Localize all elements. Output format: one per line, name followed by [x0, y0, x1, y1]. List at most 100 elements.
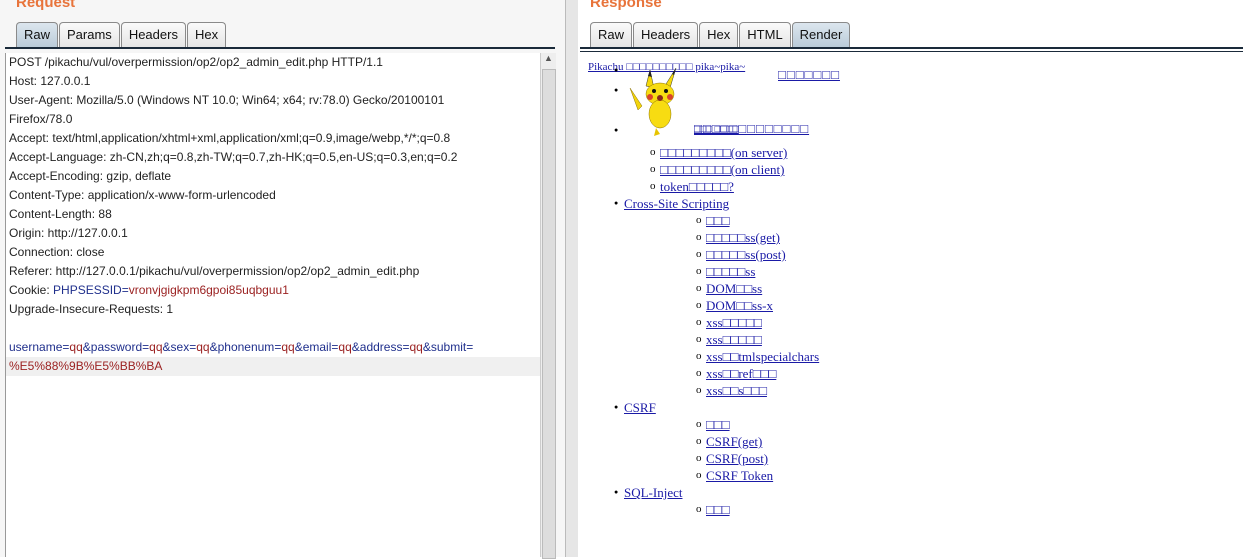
tab-headers[interactable]: Headers	[120, 22, 186, 48]
header-line: Accept-Language: zh-CN,zh;q=0.8,zh-TW;q=…	[9, 150, 458, 164]
nav-section-link[interactable]: SQL-Inject	[624, 485, 682, 500]
tab-raw[interactable]: Raw	[16, 22, 59, 48]
upgrade-line: Upgrade-Insecure-Requests: 1	[9, 302, 174, 316]
nav-item: □□□□□□□□□(on client)	[578, 161, 1243, 178]
nav-item-link[interactable]: DOM□□ss-x	[706, 298, 773, 313]
header-line: Origin: http://127.0.0.1	[9, 226, 128, 240]
param-value: qq	[281, 340, 295, 354]
nav-sublist: □□□ CSRF(get) CSRF(post) CSRF Token	[624, 416, 1243, 484]
param-name: phonenum	[217, 340, 275, 354]
tab-headers[interactable]: Headers	[633, 22, 699, 48]
cookie-line: Cookie: PHPSESSID=vronvjgigkpm6gpoi85uqb…	[9, 283, 289, 297]
tab-params[interactable]: Params	[59, 22, 120, 48]
request-editor[interactable]: POST /pikachu/vul/overpermission/op2/op2…	[5, 53, 541, 557]
pikachu-logo-image	[629, 67, 677, 136]
nav-item-link[interactable]: □□□□□ss	[706, 264, 755, 279]
nav-item: token□□□□□?	[578, 178, 1243, 195]
body-params-line: username=qq&password=qq&sex=qq&phonenum=…	[6, 338, 541, 357]
nav-sublist: □□□□□□□□□(on server) □□□□□□□□□(on client)…	[578, 144, 1243, 195]
param-name: username	[9, 340, 63, 354]
request-tabs: Raw Params Headers Hex	[16, 22, 227, 48]
param-name: submit	[430, 340, 467, 354]
param-separator: &	[162, 340, 171, 354]
param-value: qq	[338, 340, 352, 354]
header-line: Accept: text/html,application/xhtml+xml,…	[9, 131, 451, 145]
nav-item-link[interactable]: □□□□□ss(get)	[706, 230, 780, 245]
nav-item: xss□□□□□	[624, 314, 1243, 331]
nav-item-link[interactable]: □□□□□□□□□(on client)	[660, 162, 784, 177]
nav-item: DOM□□ss	[624, 280, 1243, 297]
header-line: POST /pikachu/vul/overpermission/op2/op2…	[9, 55, 383, 69]
nav-item-link[interactable]: □□□□□□□□□(on server)	[660, 145, 787, 160]
nav-section-link[interactable]: Cross-Site Scripting	[624, 196, 729, 211]
nav-item-link[interactable]: CSRF(post)	[706, 451, 768, 466]
header-line: Referer: http://127.0.0.1/pikachu/vul/ov…	[9, 264, 420, 278]
nav-section: SQL-Inject □□□	[578, 484, 1243, 518]
response-pane: Response Raw Headers Hex HTML Render Pikachu…	[578, 0, 1243, 557]
nav-item-link[interactable]: xss□□□□□	[706, 332, 762, 347]
param-separator: &	[82, 340, 91, 354]
nav-item-link[interactable]: □□□	[706, 213, 730, 228]
param-name: address	[359, 340, 403, 354]
nav-item-link[interactable]: □□□	[706, 502, 730, 517]
tab-raw[interactable]: Raw	[590, 22, 633, 48]
nav-item-link[interactable]: □□□	[706, 417, 730, 432]
header-line: Content-Length: 88	[9, 207, 112, 221]
nav-sublist: □□□ □□□□□ss(get) □□□□□ss(post) □□□□□ss DOM□□…	[624, 212, 1243, 399]
header-line: Accept-Encoding: gzip, deflate	[9, 169, 172, 183]
response-tabs: Raw Headers Hex HTML Render	[590, 22, 851, 48]
nav-item: □□□	[624, 212, 1243, 229]
tab-html[interactable]: HTML	[739, 22, 791, 48]
request-title: Request	[16, 0, 76, 11]
param-value: qq	[409, 340, 423, 354]
overlap-link[interactable]: □□□□□□□□□□□□□	[694, 121, 809, 137]
header-link-2[interactable]: □□□□□□□	[778, 67, 840, 83]
nav-item-link[interactable]: token□□□□□?	[660, 179, 734, 194]
nav-section-link[interactable]: CSRF	[624, 400, 656, 415]
nav-item-link[interactable]: CSRF(get)	[706, 434, 762, 449]
param-name: email	[302, 340, 332, 354]
nav-item-link[interactable]: □□□□□ss(post)	[706, 247, 786, 262]
param-name: password	[90, 340, 143, 354]
nav-item: □□□□□□□□□(on server)	[578, 144, 810, 161]
nav-item-link[interactable]: CSRF Token	[706, 468, 773, 483]
scroll-thumb[interactable]	[542, 69, 556, 559]
param-value: qq	[149, 340, 163, 354]
param-separator: &	[294, 340, 303, 354]
tab-hex[interactable]: Hex	[186, 22, 227, 48]
param-separator: &	[351, 340, 360, 354]
pane-splitter[interactable]	[565, 0, 579, 557]
nav-section: Cross-Site Scripting □□□ □□□□□ss(get) □□□□□…	[578, 195, 1243, 399]
nav-section: CSRF □□□ CSRF(get) CSRF(post) CSRF Token	[578, 399, 1243, 484]
nav-section: □□□□□□□□□(on server) □□□□□□□□□(on client)…	[578, 144, 1243, 195]
divider	[5, 47, 555, 49]
nav-item-link[interactable]: xss□□ref□□□	[706, 366, 776, 381]
nav-item: xss□□ref□□□	[624, 365, 1243, 382]
request-scrollbar[interactable]: ▲	[540, 53, 556, 559]
scroll-up-icon[interactable]: ▲	[541, 53, 556, 63]
nav-item: □□□□□ss(post)	[624, 246, 1243, 263]
param-separator: &	[422, 340, 431, 354]
header-line: Content-Type: application/x-www-form-url…	[9, 188, 276, 202]
header-line: Firefox/78.0	[9, 112, 73, 126]
request-pane: Request Raw Params Headers Hex POST /pikach…	[0, 0, 565, 559]
tab-render[interactable]: Render	[791, 22, 851, 48]
render-view: Pikachu □□□□□□□□□□ pika~pika~ □□□□□□□ ● …	[578, 54, 1243, 557]
nav-item: DOM□□ss-x	[624, 297, 1243, 314]
nav-item-link[interactable]: xss□□tmlspecialchars	[706, 349, 819, 364]
nav-sublist: □□□	[624, 501, 1243, 518]
nav-item: xss□□□□□	[624, 331, 1243, 348]
body-continuation: %E5%88%9B%E5%BB%BA	[6, 357, 541, 376]
header-line: Connection: close	[9, 245, 105, 259]
tab-hex[interactable]: Hex	[699, 22, 739, 48]
nav-item: □□□	[624, 416, 1243, 433]
response-title: Response	[590, 0, 662, 11]
nav-item: □□□□□ss	[624, 263, 1243, 280]
nav-item: CSRF(get)	[624, 433, 1243, 450]
param-value: qq	[196, 340, 210, 354]
param-name: sex	[170, 340, 190, 354]
nav-item: □□□□□ss(get)	[624, 229, 1243, 246]
nav-item-link[interactable]: xss□□s□□□	[706, 383, 767, 398]
nav-item-link[interactable]: xss□□□□□	[706, 315, 762, 330]
nav-item-link[interactable]: DOM□□ss	[706, 281, 762, 296]
